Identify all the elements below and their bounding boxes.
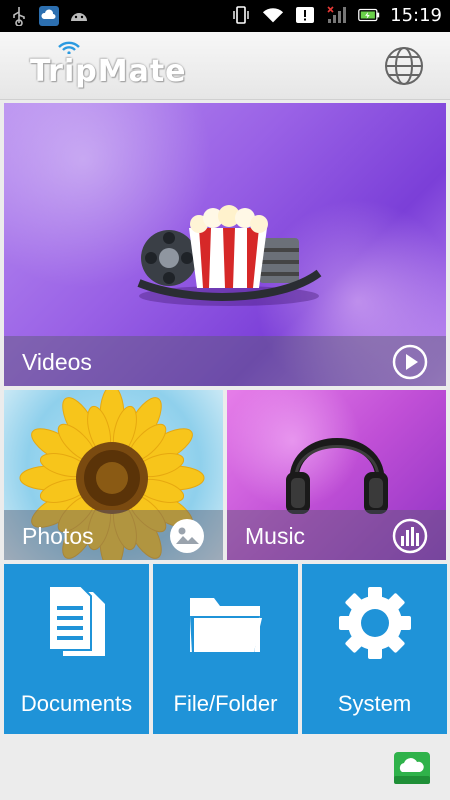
system-tile[interactable]: System — [302, 564, 447, 734]
music-caption-bar: Music — [227, 510, 446, 560]
globe-icon[interactable] — [383, 45, 425, 87]
system-label: System — [337, 691, 412, 716]
documents-icon — [47, 586, 105, 656]
alert-icon — [294, 4, 316, 26]
wifi-icon — [262, 4, 284, 26]
logo-wifi-icon — [58, 41, 80, 54]
cloud-notify-icon — [38, 5, 60, 27]
file-folder-label: File/Folder — [173, 691, 278, 716]
photos-tile[interactable]: Photos — [4, 390, 223, 560]
photo-icon — [170, 519, 204, 553]
equalizer-icon — [392, 518, 428, 554]
vibrate-icon — [230, 4, 252, 26]
videos-caption-bar: Videos — [4, 336, 446, 386]
folder-icon — [189, 598, 262, 654]
footer-bar — [0, 738, 450, 800]
popcorn-film-illustration — [137, 205, 322, 306]
documents-tile[interactable]: Documents — [4, 564, 149, 734]
usb-icon — [8, 5, 30, 27]
music-tile[interactable]: Music — [227, 390, 446, 560]
signal-icon — [326, 4, 348, 26]
videos-label: Videos — [22, 349, 92, 375]
android-icon — [68, 5, 90, 27]
gear-icon — [338, 587, 411, 659]
music-label: Music — [245, 523, 306, 549]
videos-tile[interactable]: Videos — [4, 103, 446, 386]
photos-label: Photos — [22, 523, 94, 549]
play-icon — [392, 344, 428, 380]
battery-icon — [358, 4, 380, 26]
app-header: TripMate — [0, 32, 450, 100]
documents-label: Documents — [20, 691, 133, 716]
cloud-storage-icon[interactable] — [392, 748, 432, 788]
status-time: 15:19 — [390, 4, 442, 26]
photos-caption-bar: Photos — [4, 510, 223, 560]
app-logo: TripMate — [30, 54, 187, 89]
file-folder-tile[interactable]: File/Folder — [153, 564, 298, 734]
status-bar: 15:19 — [0, 0, 450, 32]
